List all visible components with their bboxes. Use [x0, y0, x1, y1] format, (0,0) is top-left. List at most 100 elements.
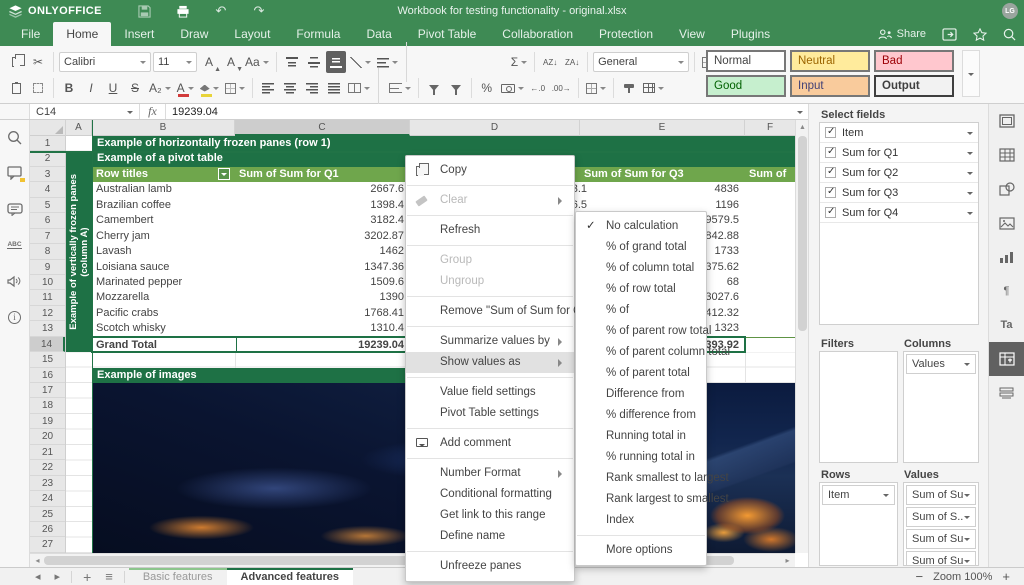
align-bottom-button[interactable] [326, 51, 346, 73]
about-button[interactable]: i [6, 308, 24, 326]
decrease-decimal-button[interactable]: ←.0 [528, 77, 548, 99]
search-button[interactable] [6, 128, 24, 146]
strikethrough-button[interactable]: S [125, 77, 145, 99]
column-header[interactable]: D [410, 120, 580, 136]
column-header[interactable]: A [66, 120, 92, 136]
filter-button[interactable] [424, 77, 444, 99]
chevron-down-icon[interactable] [967, 132, 973, 138]
scroll-right-arrow[interactable]: ▸ [781, 554, 794, 568]
checkbox-checked-icon[interactable] [825, 207, 836, 218]
menu-tab[interactable]: View [666, 22, 718, 46]
submenu-item[interactable]: Difference from [576, 384, 706, 405]
context-menu-item[interactable]: Clear [406, 190, 574, 211]
scroll-left-arrow[interactable]: ◂ [31, 554, 44, 568]
submenu-item[interactable]: % of parent column total [576, 342, 706, 363]
subscript-button[interactable]: A₂ [147, 77, 173, 99]
increase-decimal-button[interactable]: .00→ [550, 77, 573, 99]
context-menu-item[interactable]: Unfreeze panes [406, 556, 574, 577]
font-name-select[interactable]: Calibri [59, 52, 151, 72]
chat-button[interactable] [6, 200, 24, 218]
row-header[interactable]: 7 [30, 229, 65, 244]
row-header[interactable]: 26 [30, 522, 65, 537]
context-menu-item[interactable]: Ungroup [406, 271, 574, 292]
formula-input[interactable]: 19239.04 [166, 104, 792, 119]
context-menu-item[interactable] [407, 377, 573, 378]
submenu-item[interactable]: Rank smallest to largest [576, 468, 706, 489]
increase-font-button[interactable]: A▲ [199, 51, 219, 73]
italic-button[interactable]: I [81, 77, 101, 99]
bold-button[interactable]: B [59, 77, 79, 99]
cell-style-chip[interactable]: Output [874, 75, 954, 97]
percent-style-button[interactable]: % [477, 77, 497, 99]
accounting-style-button[interactable] [499, 77, 526, 99]
context-menu-item[interactable] [407, 245, 573, 246]
checkbox-checked-icon[interactable] [825, 127, 836, 138]
next-sheet-button[interactable]: ▸ [48, 570, 68, 583]
chevron-down-icon[interactable] [967, 152, 973, 158]
context-menu-item[interactable]: Get link to this range [406, 505, 574, 526]
checkbox-checked-icon[interactable] [825, 147, 836, 158]
submenu-item[interactable]: % of column total [576, 258, 706, 279]
cell-settings-button[interactable] [989, 104, 1024, 138]
row-header[interactable]: 2 [30, 151, 65, 166]
change-case-button[interactable]: Aa [243, 51, 271, 73]
cell-style-chip[interactable]: Normal [706, 50, 786, 72]
row-header[interactable]: 8 [30, 244, 65, 259]
checkbox-checked-icon[interactable] [825, 187, 836, 198]
chevron-down-icon[interactable] [967, 212, 973, 218]
row-header[interactable]: 25 [30, 507, 65, 522]
cell-style-chip[interactable]: Bad [874, 50, 954, 72]
submenu-item[interactable]: Rank largest to smallest [576, 489, 706, 510]
comments-button[interactable] [6, 164, 24, 182]
prev-sheet-button[interactable]: ◂ [28, 570, 48, 583]
paragraph-settings-button[interactable]: ¶ [989, 274, 1024, 308]
zoom-out-button[interactable]: − [916, 569, 924, 584]
submenu-item[interactable]: More options [576, 540, 706, 561]
context-menu-item[interactable] [407, 551, 573, 552]
value-field-chip[interactable]: Sum of Su... [906, 529, 976, 549]
sheet-tab[interactable]: Advanced features [227, 568, 353, 585]
field-row[interactable]: Sum for Q1 [820, 143, 978, 163]
column-field-chip[interactable]: Values [906, 354, 976, 374]
borders-button[interactable] [223, 77, 247, 99]
name-box[interactable]: C14 [30, 104, 140, 119]
context-menu-item[interactable] [407, 215, 573, 216]
justify-button[interactable] [324, 77, 344, 99]
cell-style-chip[interactable]: Neutral [790, 50, 870, 72]
spellcheck-button[interactable]: ABC [6, 236, 24, 254]
menu-tab[interactable]: Insert [111, 22, 167, 46]
context-menu-item[interactable]: Copy [406, 160, 574, 181]
zoom-in-button[interactable]: + [1002, 569, 1010, 584]
pivot-filter-button[interactable] [218, 168, 230, 180]
menu-tab[interactable]: Formula [283, 22, 353, 46]
row-header[interactable]: 22 [30, 460, 65, 475]
menu-tab[interactable]: Pivot Table [405, 22, 489, 46]
column-header[interactable]: F [745, 120, 795, 136]
row-header[interactable]: 27 [30, 537, 65, 552]
field-row[interactable]: Sum for Q2 [820, 163, 978, 183]
table-settings-button[interactable] [989, 138, 1024, 172]
field-row[interactable]: Item [820, 123, 978, 143]
copy-button[interactable] [6, 51, 26, 73]
filters-box[interactable] [819, 351, 898, 463]
submenu-item[interactable]: Index [576, 510, 706, 531]
submenu-item[interactable]: % difference from [576, 405, 706, 426]
context-menu-item[interactable]: Show values as [406, 352, 574, 373]
select-all-button[interactable] [28, 77, 48, 99]
row-header[interactable]: 1 [30, 136, 65, 151]
context-menu-item[interactable] [407, 458, 573, 459]
submenu-item[interactable]: % running total in [576, 447, 706, 468]
menu-tab[interactable]: Layout [221, 22, 283, 46]
feedback-button[interactable] [6, 272, 24, 290]
row-header[interactable]: 18 [30, 398, 65, 413]
context-menu-item[interactable]: Define name [406, 526, 574, 547]
font-color-button[interactable]: A [175, 77, 196, 99]
share-button[interactable]: Share [878, 28, 926, 40]
submenu-item[interactable]: Running total in [576, 426, 706, 447]
sheet-tab[interactable]: Basic features [129, 568, 227, 585]
row-header[interactable]: 19 [30, 414, 65, 429]
row-header[interactable]: 16 [30, 368, 65, 383]
align-right-button[interactable] [302, 77, 322, 99]
submenu-item[interactable]: % of row total [576, 279, 706, 300]
format-as-table-button[interactable] [641, 77, 666, 99]
